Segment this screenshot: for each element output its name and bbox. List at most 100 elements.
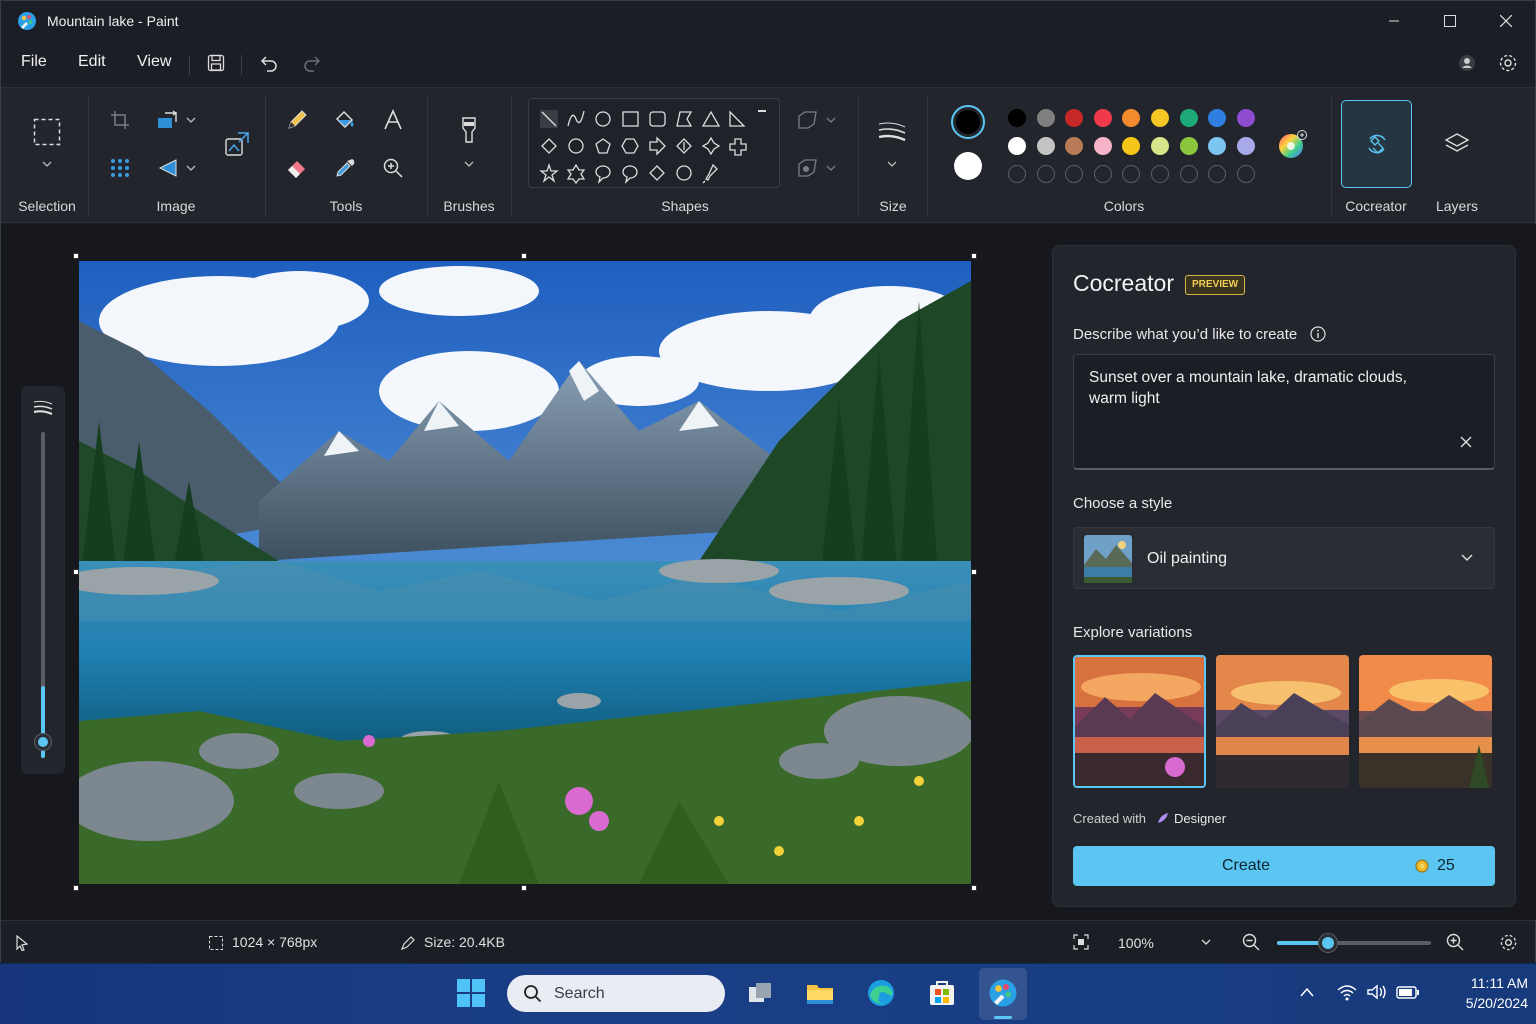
color-swatch[interactable] xyxy=(1008,109,1026,127)
diamond-arrow-shape[interactable] xyxy=(676,138,692,154)
zoom-level-dropdown[interactable]: 100% xyxy=(1105,927,1223,957)
variation-thumbnail-2[interactable] xyxy=(1216,655,1349,788)
wifi-icon[interactable] xyxy=(1336,983,1358,1001)
resize-handle[interactable] xyxy=(971,569,977,575)
outline-dropdown[interactable] xyxy=(821,106,841,134)
layers-button[interactable] xyxy=(1443,130,1471,158)
clear-icon[interactable] xyxy=(1460,436,1472,448)
zoom-in-icon[interactable] xyxy=(1446,933,1464,951)
four-point-star-shape[interactable] xyxy=(701,136,721,156)
color-swatch[interactable] xyxy=(1093,109,1112,127)
custom-color-slot[interactable] xyxy=(1036,165,1055,183)
edit-colors-button[interactable] xyxy=(1277,130,1307,160)
rounded-rectangle-shape[interactable] xyxy=(649,111,666,127)
lightning-shape[interactable] xyxy=(702,163,718,184)
color-swatch[interactable] xyxy=(1122,137,1141,155)
close-button[interactable] xyxy=(1478,1,1534,41)
create-button[interactable]: Create 25 xyxy=(1073,846,1495,886)
color-swatch[interactable] xyxy=(1236,109,1255,127)
hexagon-shape[interactable] xyxy=(621,138,639,154)
diamond-shape[interactable] xyxy=(541,138,557,154)
menu-view[interactable]: View xyxy=(137,53,171,71)
arrow-right-shape[interactable] xyxy=(649,136,666,156)
fit-to-window-icon[interactable] xyxy=(1073,934,1089,950)
taskbar-paint-app[interactable] xyxy=(979,968,1027,1020)
color-swatch[interactable] xyxy=(1151,137,1169,155)
color-swatch[interactable] xyxy=(1008,137,1026,155)
chevron-up-icon[interactable] xyxy=(1299,986,1315,998)
microsoft-store-icon[interactable] xyxy=(927,978,957,1008)
resize-handle[interactable] xyxy=(521,253,527,259)
fill-shape-button[interactable] xyxy=(794,154,822,182)
color-swatch[interactable] xyxy=(1093,137,1112,155)
text-tool[interactable] xyxy=(379,106,407,134)
resize-handle[interactable] xyxy=(971,885,977,891)
taskbar-clock[interactable]: 11:11 AM 5/20/2024 xyxy=(1432,973,1528,1013)
right-triangle-shape[interactable] xyxy=(729,110,746,127)
secondary-color[interactable] xyxy=(954,152,982,180)
drawing-canvas[interactable] xyxy=(79,261,971,884)
resize-handle[interactable] xyxy=(971,253,977,259)
resize-dropdown[interactable] xyxy=(181,106,201,134)
cocreator-button[interactable] xyxy=(1341,100,1412,188)
circle-shape[interactable] xyxy=(568,138,584,154)
oval-shape[interactable] xyxy=(595,111,611,127)
color-swatch[interactable] xyxy=(1236,137,1255,155)
menu-file[interactable]: File xyxy=(21,53,47,71)
line-shape[interactable] xyxy=(540,110,558,128)
plus-arrow-shape[interactable] xyxy=(729,138,747,156)
zoom-out-icon[interactable] xyxy=(1242,933,1260,951)
resize-handle[interactable] xyxy=(521,885,527,891)
six-point-star-shape[interactable] xyxy=(566,163,586,185)
size-button[interactable] xyxy=(878,118,906,146)
outline-button[interactable] xyxy=(794,106,822,134)
crop-button[interactable] xyxy=(106,106,134,134)
taskbar-search[interactable]: Search xyxy=(507,975,725,1012)
selection-button[interactable] xyxy=(33,118,61,146)
color-swatch[interactable] xyxy=(1179,137,1198,155)
gear-icon[interactable] xyxy=(1499,933,1518,952)
maximize-button[interactable] xyxy=(1422,1,1478,41)
rotate-flip-button[interactable] xyxy=(154,154,182,182)
rotate-dropdown[interactable] xyxy=(181,154,201,182)
variation-thumbnail-3[interactable] xyxy=(1359,655,1492,788)
size-dropdown[interactable] xyxy=(878,150,906,178)
selection-dropdown[interactable] xyxy=(33,150,61,178)
rectangle-shape[interactable] xyxy=(622,111,639,127)
battery-icon[interactable] xyxy=(1396,984,1420,1000)
brushes-dropdown[interactable] xyxy=(455,150,483,178)
callout-rounded-shape[interactable] xyxy=(595,165,611,184)
polygon-shape[interactable] xyxy=(676,111,693,127)
color-swatch[interactable] xyxy=(1122,109,1141,127)
callout-oval-shape[interactable] xyxy=(622,165,638,184)
five-point-star-shape[interactable] xyxy=(539,162,559,183)
custom-color-slot[interactable] xyxy=(1093,165,1112,183)
brush-size-slider[interactable] xyxy=(21,386,65,774)
fill-tool[interactable] xyxy=(331,106,359,134)
info-icon[interactable] xyxy=(1310,326,1326,342)
remove-background-button[interactable] xyxy=(106,154,134,182)
pencil-tool[interactable] xyxy=(283,106,311,134)
color-swatch[interactable] xyxy=(1036,137,1055,155)
color-swatch[interactable] xyxy=(1036,109,1055,127)
image-creator-button[interactable] xyxy=(223,130,251,158)
prompt-input[interactable]: Sunset over a mountain lake, dramatic cl… xyxy=(1073,354,1495,470)
style-dropdown[interactable]: Oil painting xyxy=(1073,527,1495,589)
resize-handle[interactable] xyxy=(73,569,79,575)
eraser-tool[interactable] xyxy=(283,154,311,182)
resize-handle[interactable] xyxy=(73,885,79,891)
fill-shape-dropdown[interactable] xyxy=(821,154,841,182)
primary-color[interactable] xyxy=(951,105,985,139)
triangle-shape[interactable] xyxy=(701,110,721,127)
magnifier-tool[interactable] xyxy=(379,154,407,182)
custom-color-slot[interactable] xyxy=(1151,165,1169,183)
redo-button[interactable] xyxy=(301,51,325,75)
volume-icon[interactable] xyxy=(1366,983,1388,1001)
custom-color-slot[interactable] xyxy=(1065,165,1084,183)
bubble-shape[interactable] xyxy=(676,165,692,181)
settings-button[interactable] xyxy=(1496,51,1520,75)
color-picker-tool[interactable] xyxy=(331,154,359,182)
zoom-slider-thumb[interactable] xyxy=(1318,934,1337,952)
custom-color-slot[interactable] xyxy=(1122,165,1141,183)
menu-edit[interactable]: Edit xyxy=(78,53,106,71)
